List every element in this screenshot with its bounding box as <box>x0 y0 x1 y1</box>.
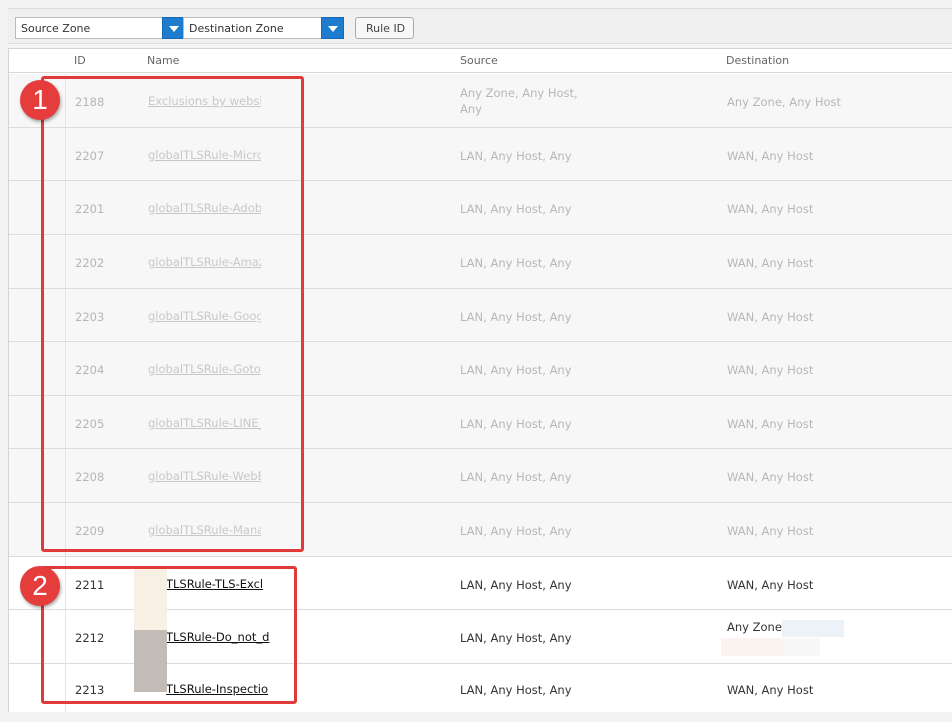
column-header-name[interactable]: Name <box>147 54 179 67</box>
rule-destination-cell: WAN, Any Host <box>727 470 814 484</box>
highlight-box-1 <box>41 76 304 552</box>
rule-source-cell: LAN, Any Host, Any <box>460 149 572 163</box>
rule-destination-cell: Any Zone, <box>727 620 786 634</box>
rule-id-button[interactable]: Rule ID <box>355 17 414 39</box>
rule-destination-cell: WAN, Any Host <box>727 524 814 538</box>
column-header-id[interactable]: ID <box>74 54 86 67</box>
rule-source-cell: LAN, Any Host, Any <box>460 683 572 697</box>
rule-destination-cell: WAN, Any Host <box>727 363 814 377</box>
rule-destination-cell: Any Zone, Any Host <box>727 95 842 109</box>
source-zone-label: Source Zone <box>21 22 91 35</box>
redacted-block <box>782 620 844 637</box>
rule-source-cell: LAN, Any Host, Any <box>460 578 572 592</box>
rule-destination-cell: WAN, Any Host <box>727 578 814 592</box>
rule-source-cell: LAN, Any Host, Any <box>460 256 572 270</box>
rule-source-cell: LAN, Any Host, Any <box>460 470 572 484</box>
rule-destination-cell: WAN, Any Host <box>727 202 814 216</box>
filter-bar: Source Zone Destination Zone Rule ID <box>8 8 952 44</box>
rule-source-cell: Any Zone, Any Host, <box>460 86 578 100</box>
rule-destination-cell: WAN, Any Host <box>727 417 814 431</box>
rule-destination-cell: WAN, Any Host <box>727 149 814 163</box>
destination-zone-label: Destination Zone <box>189 22 284 35</box>
destination-zone-dropdown-button[interactable] <box>321 17 344 39</box>
redacted-block <box>783 638 820 656</box>
rule-id-label: Rule ID <box>366 22 406 35</box>
callout-badge-2: 2 <box>20 566 60 606</box>
rule-source-cell: LAN, Any Host, Any <box>460 524 572 538</box>
rule-destination-cell: WAN, Any Host <box>727 683 814 697</box>
table-header: ID Name Source Destination <box>9 49 952 73</box>
rule-source-cell: LAN, Any Host, Any <box>460 363 572 377</box>
destination-zone-select[interactable]: Destination Zone <box>183 17 344 39</box>
highlight-box-2 <box>41 566 297 704</box>
rule-source-cell: LAN, Any Host, Any <box>460 310 572 324</box>
redacted-block <box>721 638 783 656</box>
source-zone-select[interactable]: Source Zone <box>15 17 185 39</box>
source-zone-dropdown-button[interactable] <box>162 17 185 39</box>
chevron-down-icon <box>328 26 338 32</box>
rule-source-cell: LAN, Any Host, Any <box>460 417 572 431</box>
column-header-source[interactable]: Source <box>460 54 498 67</box>
rule-destination-cell: WAN, Any Host <box>727 310 814 324</box>
rule-source-cell: LAN, Any Host, Any <box>460 631 572 645</box>
chevron-down-icon <box>169 26 179 32</box>
column-header-destination[interactable]: Destination <box>726 54 789 67</box>
rule-destination-cell: WAN, Any Host <box>727 256 814 270</box>
rule-source-cell: Any <box>460 102 482 116</box>
callout-badge-1: 1 <box>20 80 60 120</box>
rule-source-cell: LAN, Any Host, Any <box>460 202 572 216</box>
